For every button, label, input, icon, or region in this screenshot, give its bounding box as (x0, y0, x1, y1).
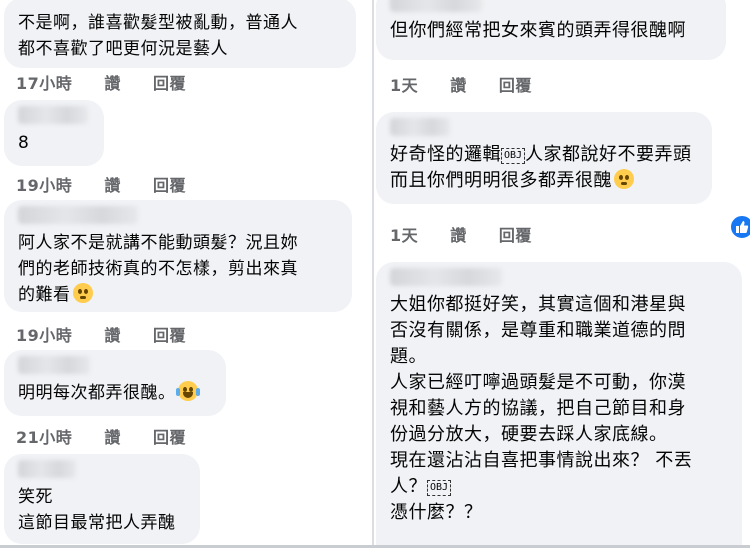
comment-time-1: 17小時 (16, 74, 73, 93)
comment-text-r2-b: 人家都說好不要弄頭 (525, 144, 692, 165)
blurred-author-name[interactable] (390, 118, 450, 136)
blurred-author-name[interactable] (390, 268, 502, 286)
comment-meta-2: 19小時 讚 回覆 (16, 172, 186, 196)
reply-link-1[interactable]: 回覆 (153, 70, 186, 94)
tears-of-joy-icon (175, 381, 200, 401)
comment-meta-3: 19小時 讚 回覆 (16, 322, 186, 346)
comment-bubble-r1: 但你們經常把女來賓的頭弄得很醜啊 (376, 0, 726, 60)
comment-text-r3: 大姐你都挺好笑，其實這個和港星與 否沒有關係，是尊重和職業道德的問 題。 人家已經… (390, 292, 728, 526)
flushed-face-icon (614, 169, 634, 189)
comment-bubble-4: 明明每次都弄很醜。 (4, 350, 226, 416)
flushed-face-icon (72, 283, 93, 303)
comment-text-r3-p2: 人家已經叮嚀過頭髮是不可動，你漠 視和藝人方的協議，把自己節目和身 份過分放大，… (390, 372, 686, 445)
like-link-r1[interactable]: 讚 (450, 72, 467, 96)
like-link-2[interactable]: 讚 (104, 172, 121, 196)
comment-text-r2: 好奇怪的邏輯 OBJ 人家都說好不要弄頭而且你們明明很多都弄很醜 (390, 142, 698, 194)
blurred-author-name[interactable] (18, 356, 90, 374)
comment-time-2: 19小時 (16, 176, 73, 195)
like-link-1[interactable]: 讚 (104, 70, 121, 94)
comment-meta-1: 17小時 讚 回覆 (16, 70, 186, 94)
comment-text-r2-a: 好奇怪的邏輯 (390, 144, 501, 165)
reply-link-r2[interactable]: 回覆 (499, 222, 532, 246)
blurred-author-name[interactable] (18, 206, 138, 224)
comment-bubble-1: 不是啊，誰喜歡髮型被亂動，普通人 都不喜歡了吧更何況是藝人 (4, 0, 356, 68)
blurred-author-name[interactable] (18, 460, 76, 478)
comment-text-4: 明明每次都弄很醜。 (18, 380, 212, 406)
reply-link-4[interactable]: 回覆 (153, 424, 186, 448)
comment-meta-r2: 1天 讚 回覆 (390, 222, 532, 246)
reply-link-r1[interactable]: 回覆 (499, 72, 532, 96)
comment-time-r2: 1天 (390, 226, 419, 245)
reply-link-2[interactable]: 回覆 (153, 172, 186, 196)
like-link-r2[interactable]: 讚 (450, 222, 467, 246)
right-comments-panel: 但你們經常把女來賓的頭弄得很醜啊 1天 讚 回覆 好奇怪的邏輯 OBJ 人家都說好不… (374, 0, 750, 548)
left-comments-panel: 不是啊，誰喜歡髮型被亂動，普通人 都不喜歡了吧更何況是藝人 17小時 讚 回覆 … (0, 0, 372, 548)
comment-text-r3-p1: 大姐你都挺好笑，其實這個和港星與 否沒有關係，是尊重和職業道德的問 題。 (390, 294, 686, 367)
object-replacement-icon: OBJ (501, 148, 526, 164)
blurred-author-name[interactable] (18, 106, 88, 124)
comment-bubble-3: 阿人家不是就講不能動頭髮？況且妳 們的老師技術真的不怎樣，剪出來真 的難看 (4, 200, 352, 312)
comment-meta-4: 21小時 讚 回覆 (16, 424, 186, 448)
comment-text-r3-p4: 憑什麼？？ (390, 502, 483, 523)
thumbs-up-icon (736, 221, 749, 233)
comment-text-5: 笑死 這節目最常把人弄醜 (18, 487, 176, 533)
comment-text-4-body: 明明每次都弄很醜。 (18, 383, 176, 403)
object-replacement-icon: OBJ (427, 480, 452, 496)
comment-text-r1: 但你們經常把女來賓的頭弄得很醜啊 (390, 20, 686, 41)
comment-text-r2-c: 而且你們明明很多都弄很醜 (390, 170, 612, 191)
comment-time-r1: 1天 (390, 76, 419, 95)
comment-meta-r1: 1天 讚 回覆 (390, 72, 532, 96)
comment-time-3: 19小時 (16, 326, 73, 345)
like-link-3[interactable]: 讚 (104, 322, 121, 346)
like-link-4[interactable]: 讚 (104, 424, 121, 448)
like-reaction-badge[interactable] (729, 214, 750, 240)
reply-link-3[interactable]: 回覆 (153, 322, 186, 346)
comment-text-2: 8 (18, 133, 30, 153)
comment-bubble-r3: 大姐你都挺好笑，其實這個和港星與 否沒有關係，是尊重和職業道德的問 題。 人家已經… (376, 262, 742, 548)
blurred-author-name[interactable] (390, 0, 482, 12)
comment-bubble-2: 8 (4, 100, 104, 166)
comment-text-3-body: 阿人家不是就講不能動頭髮？況且妳 們的老師技術真的不怎樣，剪出來真 的難看 (18, 233, 298, 305)
comment-time-4: 21小時 (16, 428, 73, 447)
comment-bubble-r2: 好奇怪的邏輯 OBJ 人家都說好不要弄頭而且你們明明很多都弄很醜 (376, 112, 712, 204)
comment-bubble-5: 笑死 這節目最常把人弄醜 (4, 454, 200, 544)
comment-text-3: 阿人家不是就講不能動頭髮？況且妳 們的老師技術真的不怎樣，剪出來真 的難看 (18, 230, 338, 308)
comment-text-1: 不是啊，誰喜歡髮型被亂動，普通人 都不喜歡了吧更何況是藝人 (18, 13, 298, 59)
